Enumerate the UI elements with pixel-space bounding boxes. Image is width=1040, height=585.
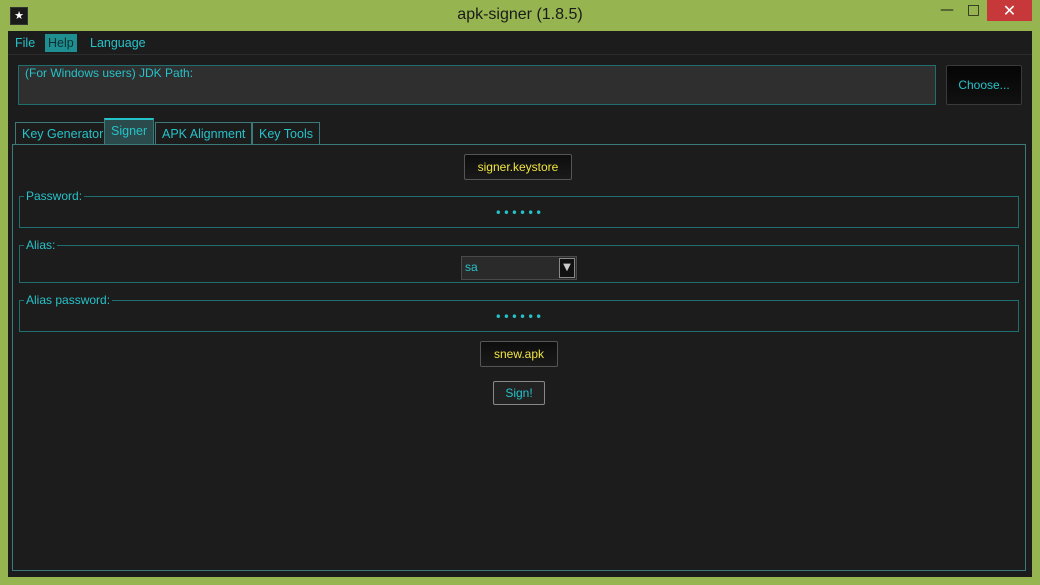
password-group: Password: •••••• (19, 189, 1019, 228)
signer-panel: signer.keystore Password: •••••• Alias: … (12, 144, 1026, 571)
sign-button[interactable]: Sign! (493, 381, 545, 405)
chevron-down-icon[interactable]: ▼ (559, 258, 575, 278)
keystore-button[interactable]: signer.keystore (464, 154, 572, 180)
alias-group: Alias: sa ▼ (19, 238, 1019, 283)
alias-password-label: Alias password: (24, 293, 113, 307)
maximize-button[interactable]: □ (960, 0, 987, 21)
password-field[interactable]: •••••• (20, 206, 1018, 220)
tab-key-generator[interactable]: Key Generator (15, 122, 111, 145)
choose-button[interactable]: Choose... (946, 65, 1022, 105)
alias-password-field[interactable]: •••••• (20, 310, 1018, 324)
tab-key-tools[interactable]: Key Tools (252, 122, 320, 145)
menu-file[interactable]: File (12, 34, 38, 52)
alias-select[interactable]: sa ▼ (461, 256, 577, 280)
password-label: Password: (24, 189, 85, 203)
jdk-path-label: (For Windows users) JDK Path: (23, 66, 196, 80)
alias-selected-value: sa (465, 260, 478, 274)
window-title: apk-signer (1.8.5) (457, 6, 583, 23)
alias-label: Alias: (24, 238, 58, 252)
alias-password-group: Alias password: •••••• (19, 293, 1019, 332)
menu-help[interactable]: Help (45, 34, 77, 52)
client-area: File Help Language (For Windows users) J… (8, 31, 1032, 577)
menu-bar: File Help Language (8, 31, 1032, 55)
close-button[interactable]: ✕ (987, 0, 1032, 21)
title-bar: ★ apk-signer (1.8.5) — □ ✕ (0, 0, 1040, 31)
jdk-path-group: (For Windows users) JDK Path: (18, 65, 936, 105)
tab-apk-alignment[interactable]: APK Alignment (155, 122, 253, 145)
jdk-path-input[interactable] (21, 82, 933, 100)
apk-file-button[interactable]: snew.apk (480, 341, 558, 367)
menu-language[interactable]: Language (87, 34, 149, 52)
minimize-button[interactable]: — (934, 0, 960, 21)
tab-signer[interactable]: Signer (104, 118, 155, 146)
